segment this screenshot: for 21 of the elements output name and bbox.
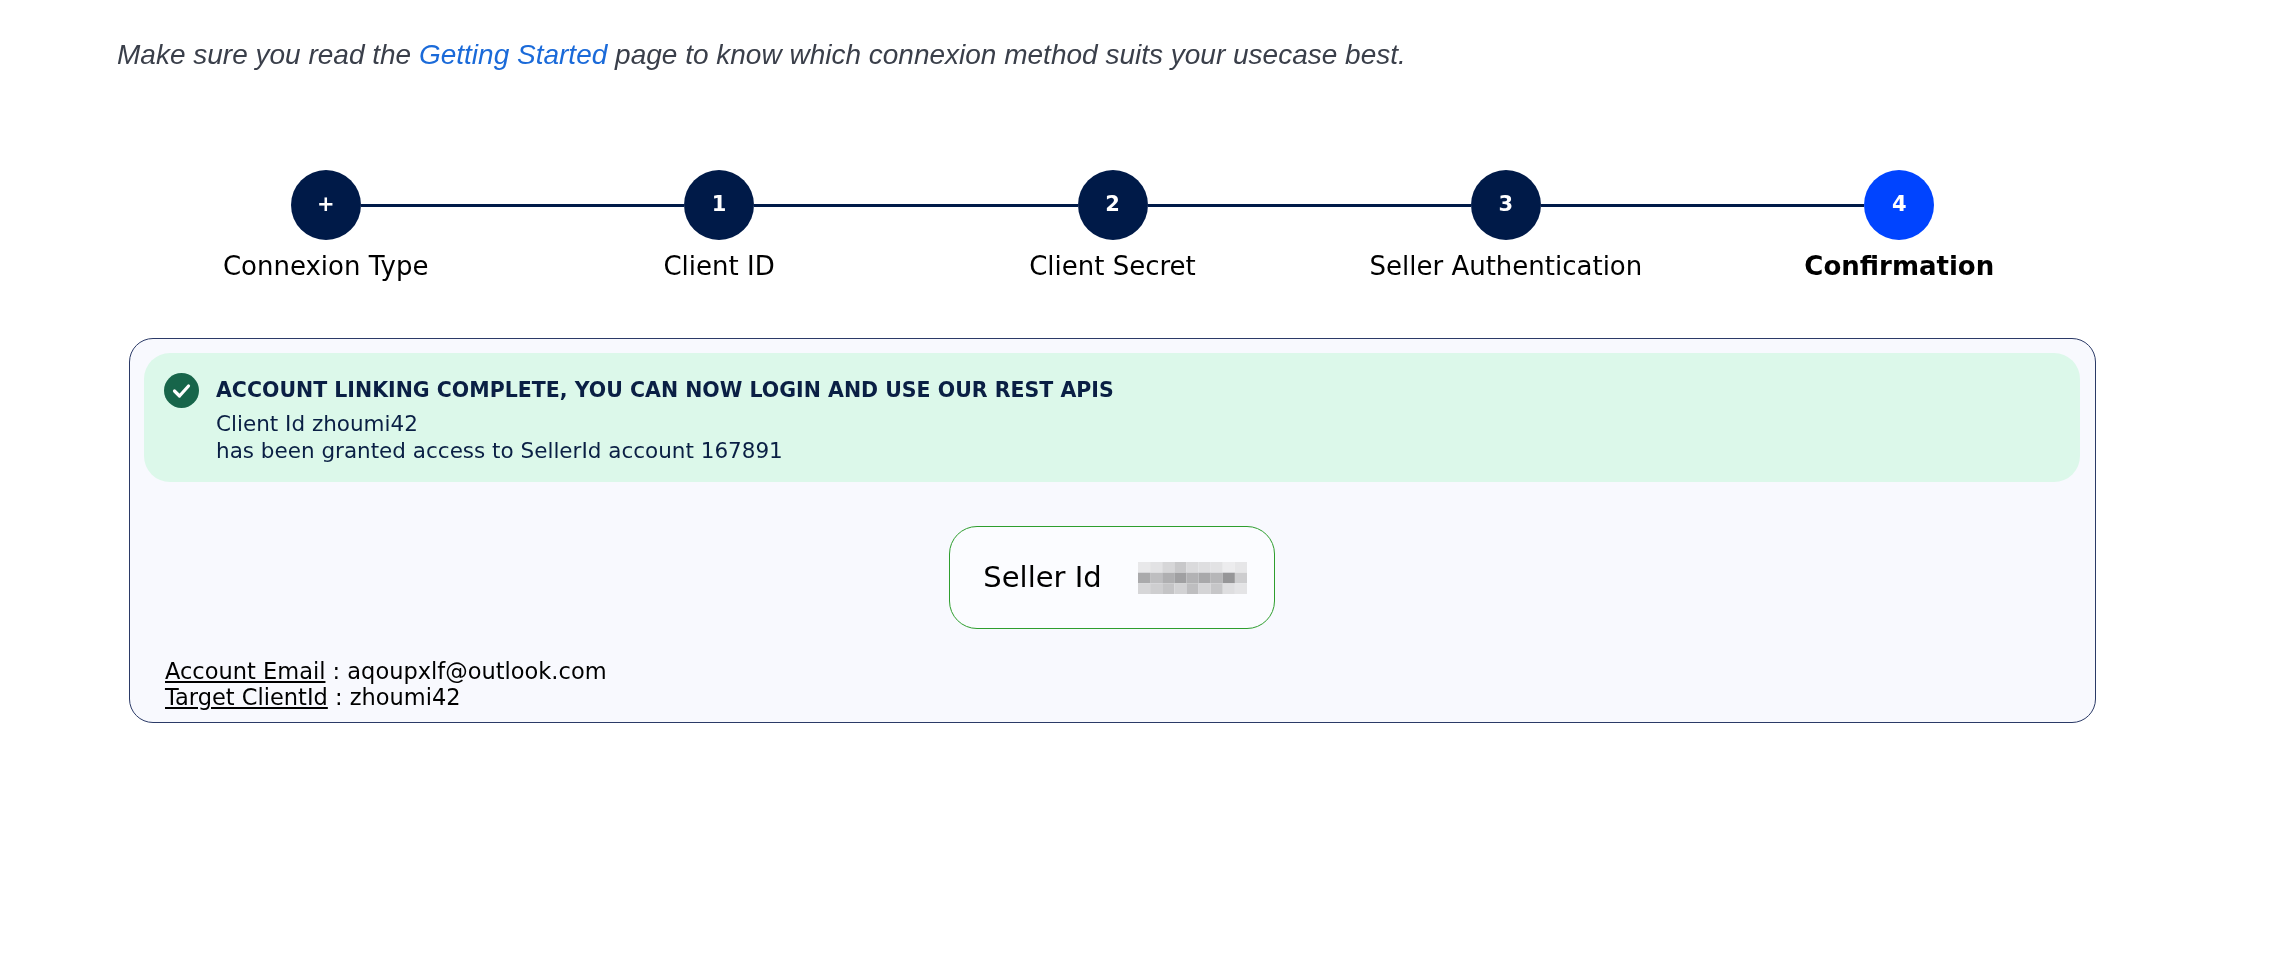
getting-started-link[interactable]: Getting Started [418, 39, 608, 70]
check-circle-icon [164, 373, 199, 408]
seller-id-label: Seller Id [983, 558, 1102, 596]
intro-text: Make sure you read the Getting Started page to know which connexion method suits your usecase best. [117, 38, 1406, 72]
step-label: Client Secret [1029, 250, 1196, 282]
step-marker: 4 [1864, 170, 1935, 240]
step-label: Confirmation [1804, 250, 1995, 282]
step-label: Seller Authentication [1369, 250, 1643, 282]
detail-label: Account Email [165, 658, 326, 684]
alert-message: has been granted access to SellerId account 167891 [216, 437, 784, 464]
detail-label: Target ClientId [165, 684, 328, 710]
step-label: Connexion Type [222, 250, 429, 282]
detail-value: : zhoumi42 [335, 684, 461, 710]
alert-title: ACCOUNT LINKING COMPLETE, YOU CAN NOW LOGIN AND USE OUR REST APIS [216, 377, 1114, 403]
step-label: Client ID [663, 250, 775, 282]
step-marker: 3 [1470, 170, 1541, 240]
alert-message: Client Id zhoumi42 [216, 410, 419, 437]
step-marker: 2 [1077, 170, 1148, 240]
detail-value: : aqoupxlf@outlook.com [332, 658, 607, 684]
step-marker: 1 [684, 170, 755, 240]
step-marker: + [290, 170, 361, 240]
